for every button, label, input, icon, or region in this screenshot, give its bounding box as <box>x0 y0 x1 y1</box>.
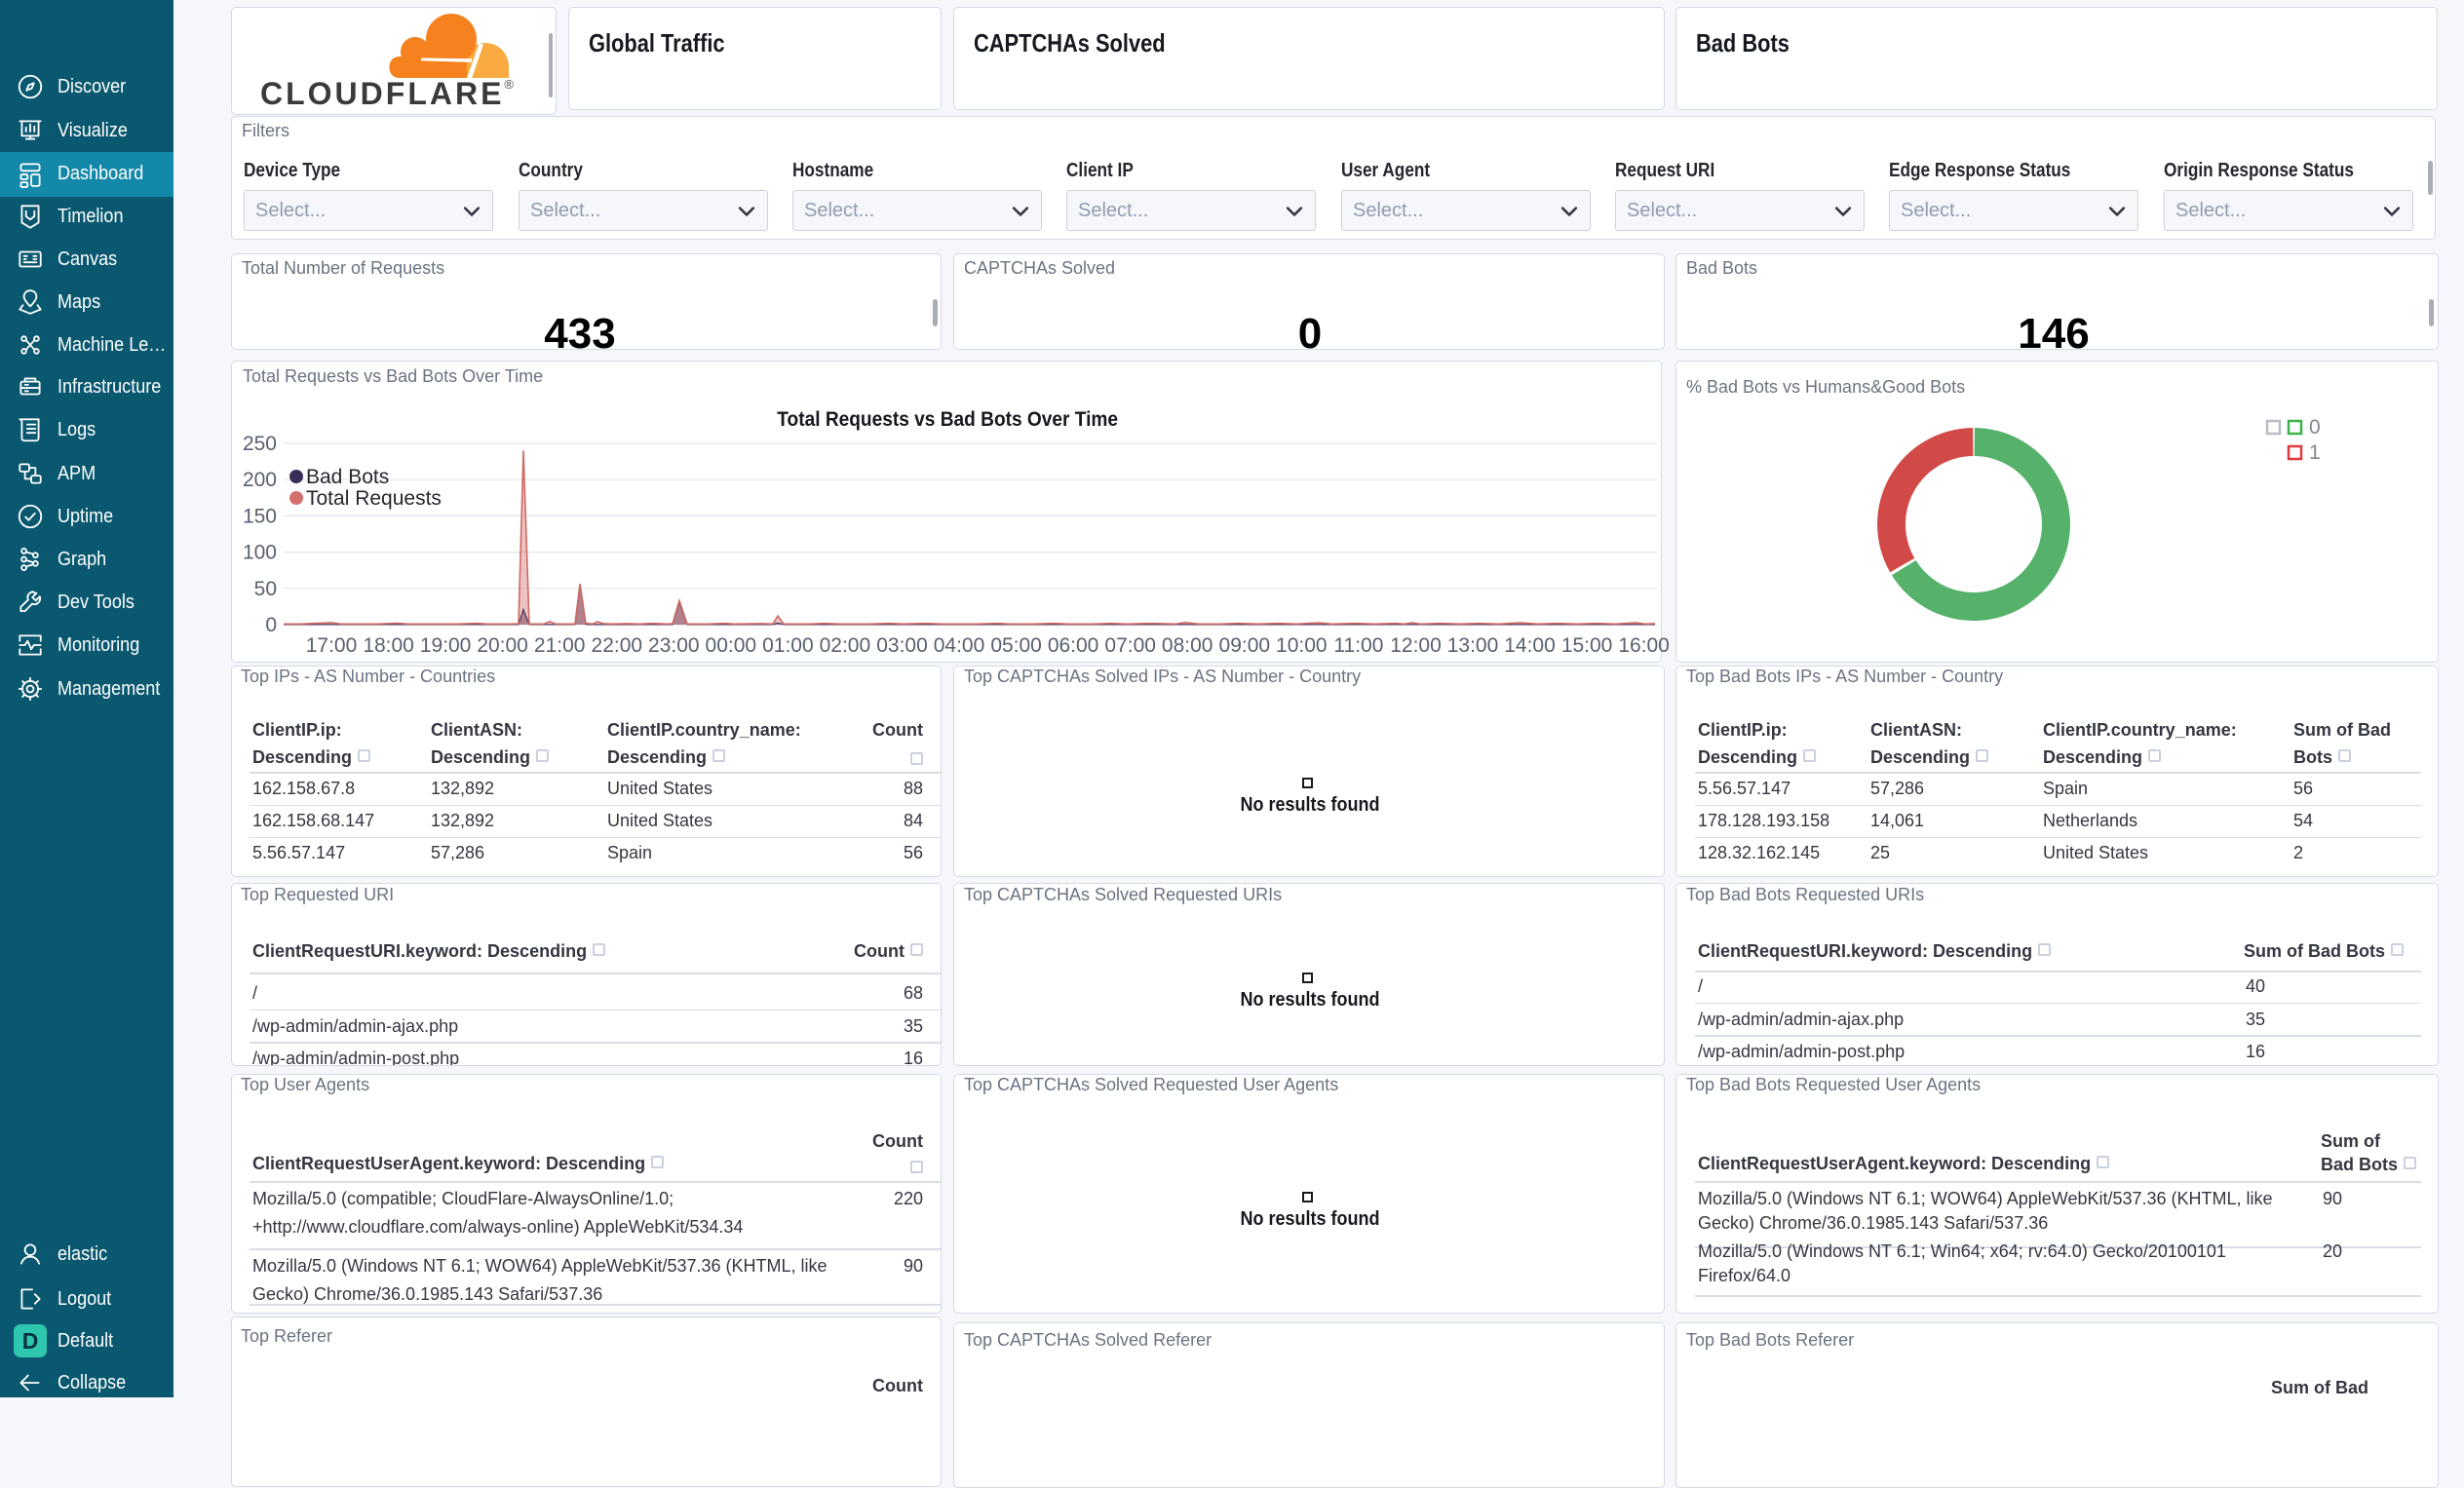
svg-text:250: 250 <box>243 433 277 455</box>
svg-text:04:00: 04:00 <box>934 634 985 657</box>
svg-text:Bad Bots: Bad Bots <box>306 466 389 488</box>
svg-text:0: 0 <box>2309 416 2321 439</box>
svg-text:17:00: 17:00 <box>306 634 358 657</box>
svg-text:14:00: 14:00 <box>1504 634 1556 657</box>
svg-text:Total Requests: Total Requests <box>306 487 442 510</box>
svg-text:05:00: 05:00 <box>990 634 1042 657</box>
svg-text:20:00: 20:00 <box>477 634 528 657</box>
svg-text:07:00: 07:00 <box>1104 634 1156 657</box>
svg-text:08:00: 08:00 <box>1162 634 1213 657</box>
svg-text:150: 150 <box>243 505 277 527</box>
svg-text:01:00: 01:00 <box>762 634 814 657</box>
svg-text:15:00: 15:00 <box>1561 634 1613 657</box>
svg-text:0: 0 <box>265 614 277 636</box>
svg-text:03:00: 03:00 <box>876 634 928 657</box>
svg-text:100: 100 <box>243 542 277 564</box>
svg-text:16:00: 16:00 <box>1618 634 1670 657</box>
svg-text:23:00: 23:00 <box>648 634 700 657</box>
svg-text:13:00: 13:00 <box>1447 634 1499 657</box>
svg-text:19:00: 19:00 <box>420 634 472 657</box>
svg-text:18:00: 18:00 <box>363 634 414 657</box>
svg-text:50: 50 <box>254 578 277 600</box>
svg-text:200: 200 <box>243 469 277 491</box>
svg-text:06:00: 06:00 <box>1048 634 1099 657</box>
svg-text:1: 1 <box>2309 441 2321 464</box>
svg-text:10:00: 10:00 <box>1276 634 1328 657</box>
svg-text:21:00: 21:00 <box>534 634 586 657</box>
svg-text:02:00: 02:00 <box>820 634 871 657</box>
svg-text:00:00: 00:00 <box>706 634 757 657</box>
svg-text:12:00: 12:00 <box>1390 634 1442 657</box>
svg-text:09:00: 09:00 <box>1219 634 1271 657</box>
svg-text:11:00: 11:00 <box>1333 634 1383 657</box>
svg-text:22:00: 22:00 <box>592 634 643 657</box>
